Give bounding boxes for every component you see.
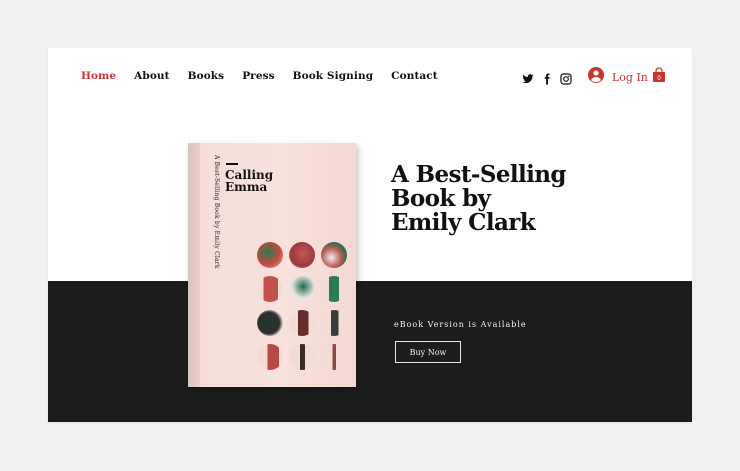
- buy-now-button[interactable]: Buy Now: [395, 341, 461, 363]
- cover-circle: [257, 344, 283, 370]
- social-links: [522, 70, 572, 85]
- cover-circle: [289, 242, 315, 268]
- cover-art-circles: [255, 242, 350, 372]
- nav-book-signing[interactable]: Book Signing: [293, 70, 374, 82]
- instagram-icon[interactable]: [560, 70, 572, 85]
- cover-circle: [321, 242, 347, 268]
- nav-press[interactable]: Press: [242, 70, 274, 82]
- cart-button[interactable]: 0: [652, 67, 666, 83]
- nav-about[interactable]: About: [134, 70, 169, 82]
- cover-circle: [321, 344, 347, 370]
- cover-circle: [257, 276, 283, 302]
- book-vertical-text: A Best-Selling Book by Emily Clark: [213, 155, 220, 269]
- site-header: Home About Books Press Book Signing Cont…: [48, 48, 692, 104]
- cover-circle: [257, 310, 283, 336]
- login-button[interactable]: Log In: [588, 67, 648, 87]
- hero-headline: A Best-Selling Book by Emily Clark: [391, 163, 591, 235]
- main-nav: Home About Books Press Book Signing Cont…: [81, 70, 438, 82]
- login-label: Log In: [612, 70, 648, 84]
- book-cover: Calling Emma A Best-Selling Book by Emil…: [188, 143, 356, 387]
- nav-home[interactable]: Home: [81, 70, 116, 82]
- cover-circle: [321, 310, 347, 336]
- cover-circle: [321, 276, 347, 302]
- twitter-icon[interactable]: [522, 70, 534, 84]
- cart-count: 0: [657, 75, 661, 82]
- headline-line1: A Best-Selling: [391, 161, 567, 188]
- nav-books[interactable]: Books: [188, 70, 225, 82]
- title-dash: [226, 163, 238, 165]
- book-title-line2: Emma: [225, 180, 268, 194]
- site-frame: Home About Books Press Book Signing Cont…: [48, 48, 692, 422]
- ebook-availability-text: eBook Version is Available: [394, 320, 527, 329]
- cover-circle: [289, 310, 315, 336]
- shopping-bag-icon: 0: [653, 67, 665, 82]
- book-spine: [188, 143, 200, 387]
- nav-contact[interactable]: Contact: [391, 70, 438, 82]
- cover-circle: [289, 276, 315, 302]
- book-title: Calling Emma: [225, 169, 315, 193]
- facebook-icon[interactable]: [541, 70, 553, 85]
- hero-dark-band: [48, 281, 692, 422]
- cover-circle: [289, 344, 315, 370]
- cover-circle: [257, 242, 283, 268]
- headline-line2: Book by: [391, 185, 491, 212]
- headline-line3: Emily Clark: [391, 209, 536, 236]
- user-avatar-icon: [588, 67, 604, 87]
